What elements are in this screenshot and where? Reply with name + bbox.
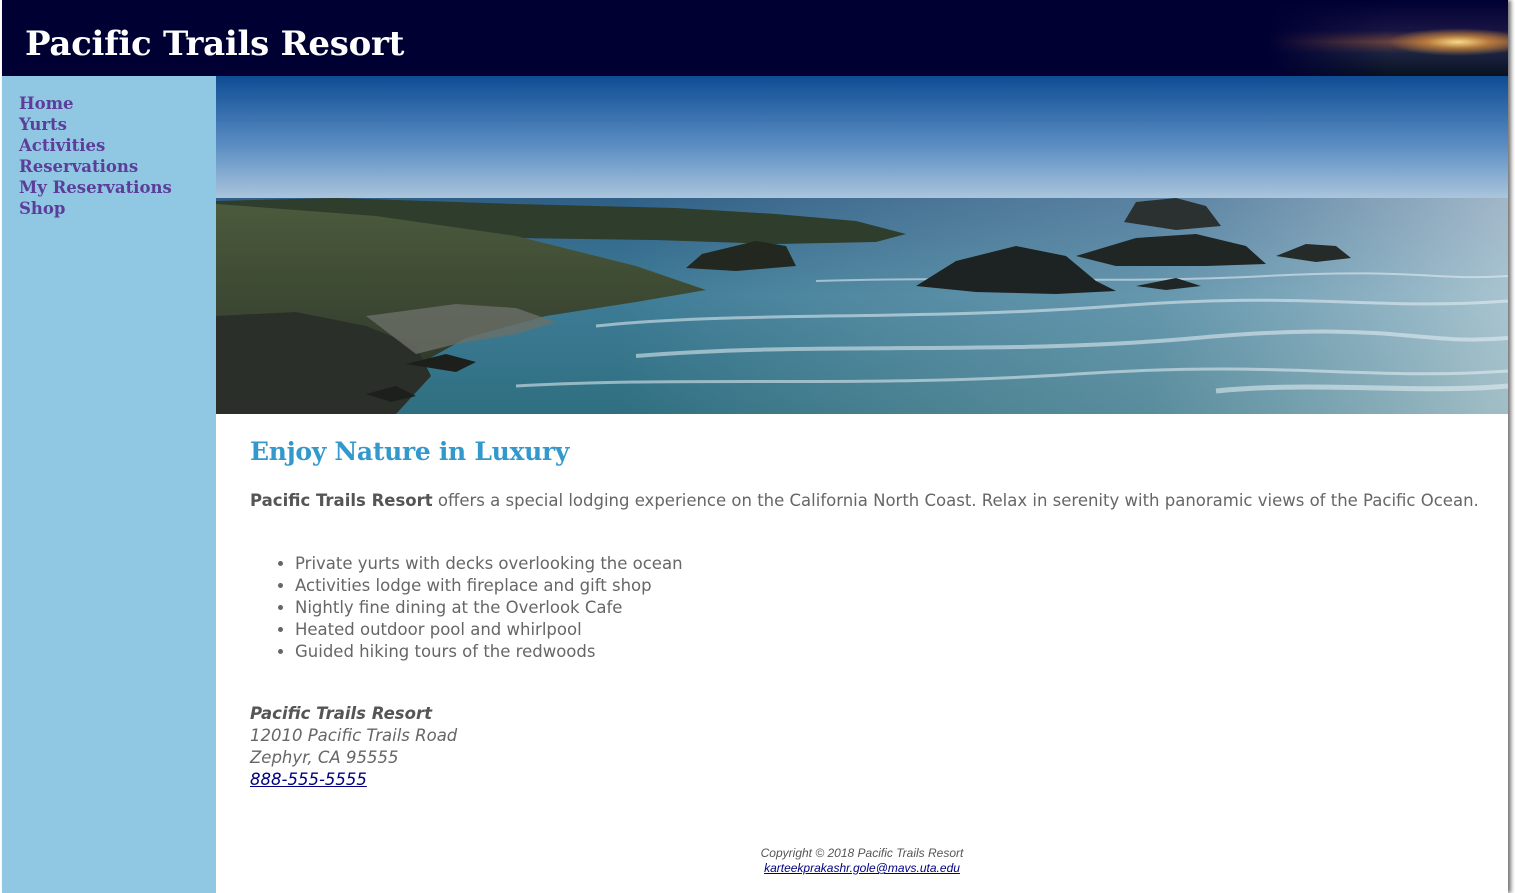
contact-street: 12010 Pacific Trails Road <box>250 726 458 745</box>
site-title: Pacific Trails Resort <box>25 24 404 64</box>
list-item: Activities lodge with fireplace and gift… <box>295 575 683 597</box>
contact-address: Pacific Trails Resort 12010 Pacific Trai… <box>250 703 457 791</box>
list-item: Private yurts with decks overlooking the… <box>295 553 683 575</box>
hero-coastline-image <box>216 76 1508 414</box>
site-header: Pacific Trails Resort <box>2 0 1508 76</box>
nav-link-activities[interactable]: Activities <box>19 136 105 155</box>
features-list: Private yurts with decks overlooking the… <box>250 553 683 663</box>
nav-link-reservations[interactable]: Reservations <box>19 157 138 176</box>
list-item: Nightly fine dining at the Overlook Cafe <box>295 597 683 619</box>
page-wrapper: Pacific Trails Resort Home Yurts Activit… <box>2 0 1508 893</box>
contact-name: Pacific Trails Resort <box>250 704 432 723</box>
contact-city: Zephyr, CA 95555 <box>250 748 399 767</box>
intro-resort-name: Pacific Trails Resort <box>250 491 433 510</box>
intro-paragraph: Pacific Trails Resort offers a special l… <box>250 490 1480 512</box>
footer-email-link[interactable]: karteekprakashr.gole@mavs.uta.edu <box>764 861 960 875</box>
header-sunset-image <box>1268 0 1508 76</box>
list-item: Guided hiking tours of the redwoods <box>295 641 683 663</box>
nav-link-shop[interactable]: Shop <box>19 199 65 218</box>
contact-phone-link[interactable]: 888-555-5555 <box>250 770 367 789</box>
intro-text: offers a special lodging experience on t… <box>432 491 1479 510</box>
page-headline: Enjoy Nature in Luxury <box>250 437 570 466</box>
site-footer: Copyright © 2018 Pacific Trails Resort k… <box>216 846 1508 876</box>
copyright-text: Copyright © 2018 Pacific Trails Resort <box>760 846 964 860</box>
main-content: Enjoy Nature in Luxury Pacific Trails Re… <box>216 76 1508 893</box>
main-nav: Home Yurts Activities Reservations My Re… <box>19 93 209 219</box>
nav-link-home[interactable]: Home <box>19 94 74 113</box>
list-item: Heated outdoor pool and whirlpool <box>295 619 683 641</box>
nav-link-my-reservations[interactable]: My Reservations <box>19 178 172 197</box>
nav-link-yurts[interactable]: Yurts <box>19 115 67 134</box>
